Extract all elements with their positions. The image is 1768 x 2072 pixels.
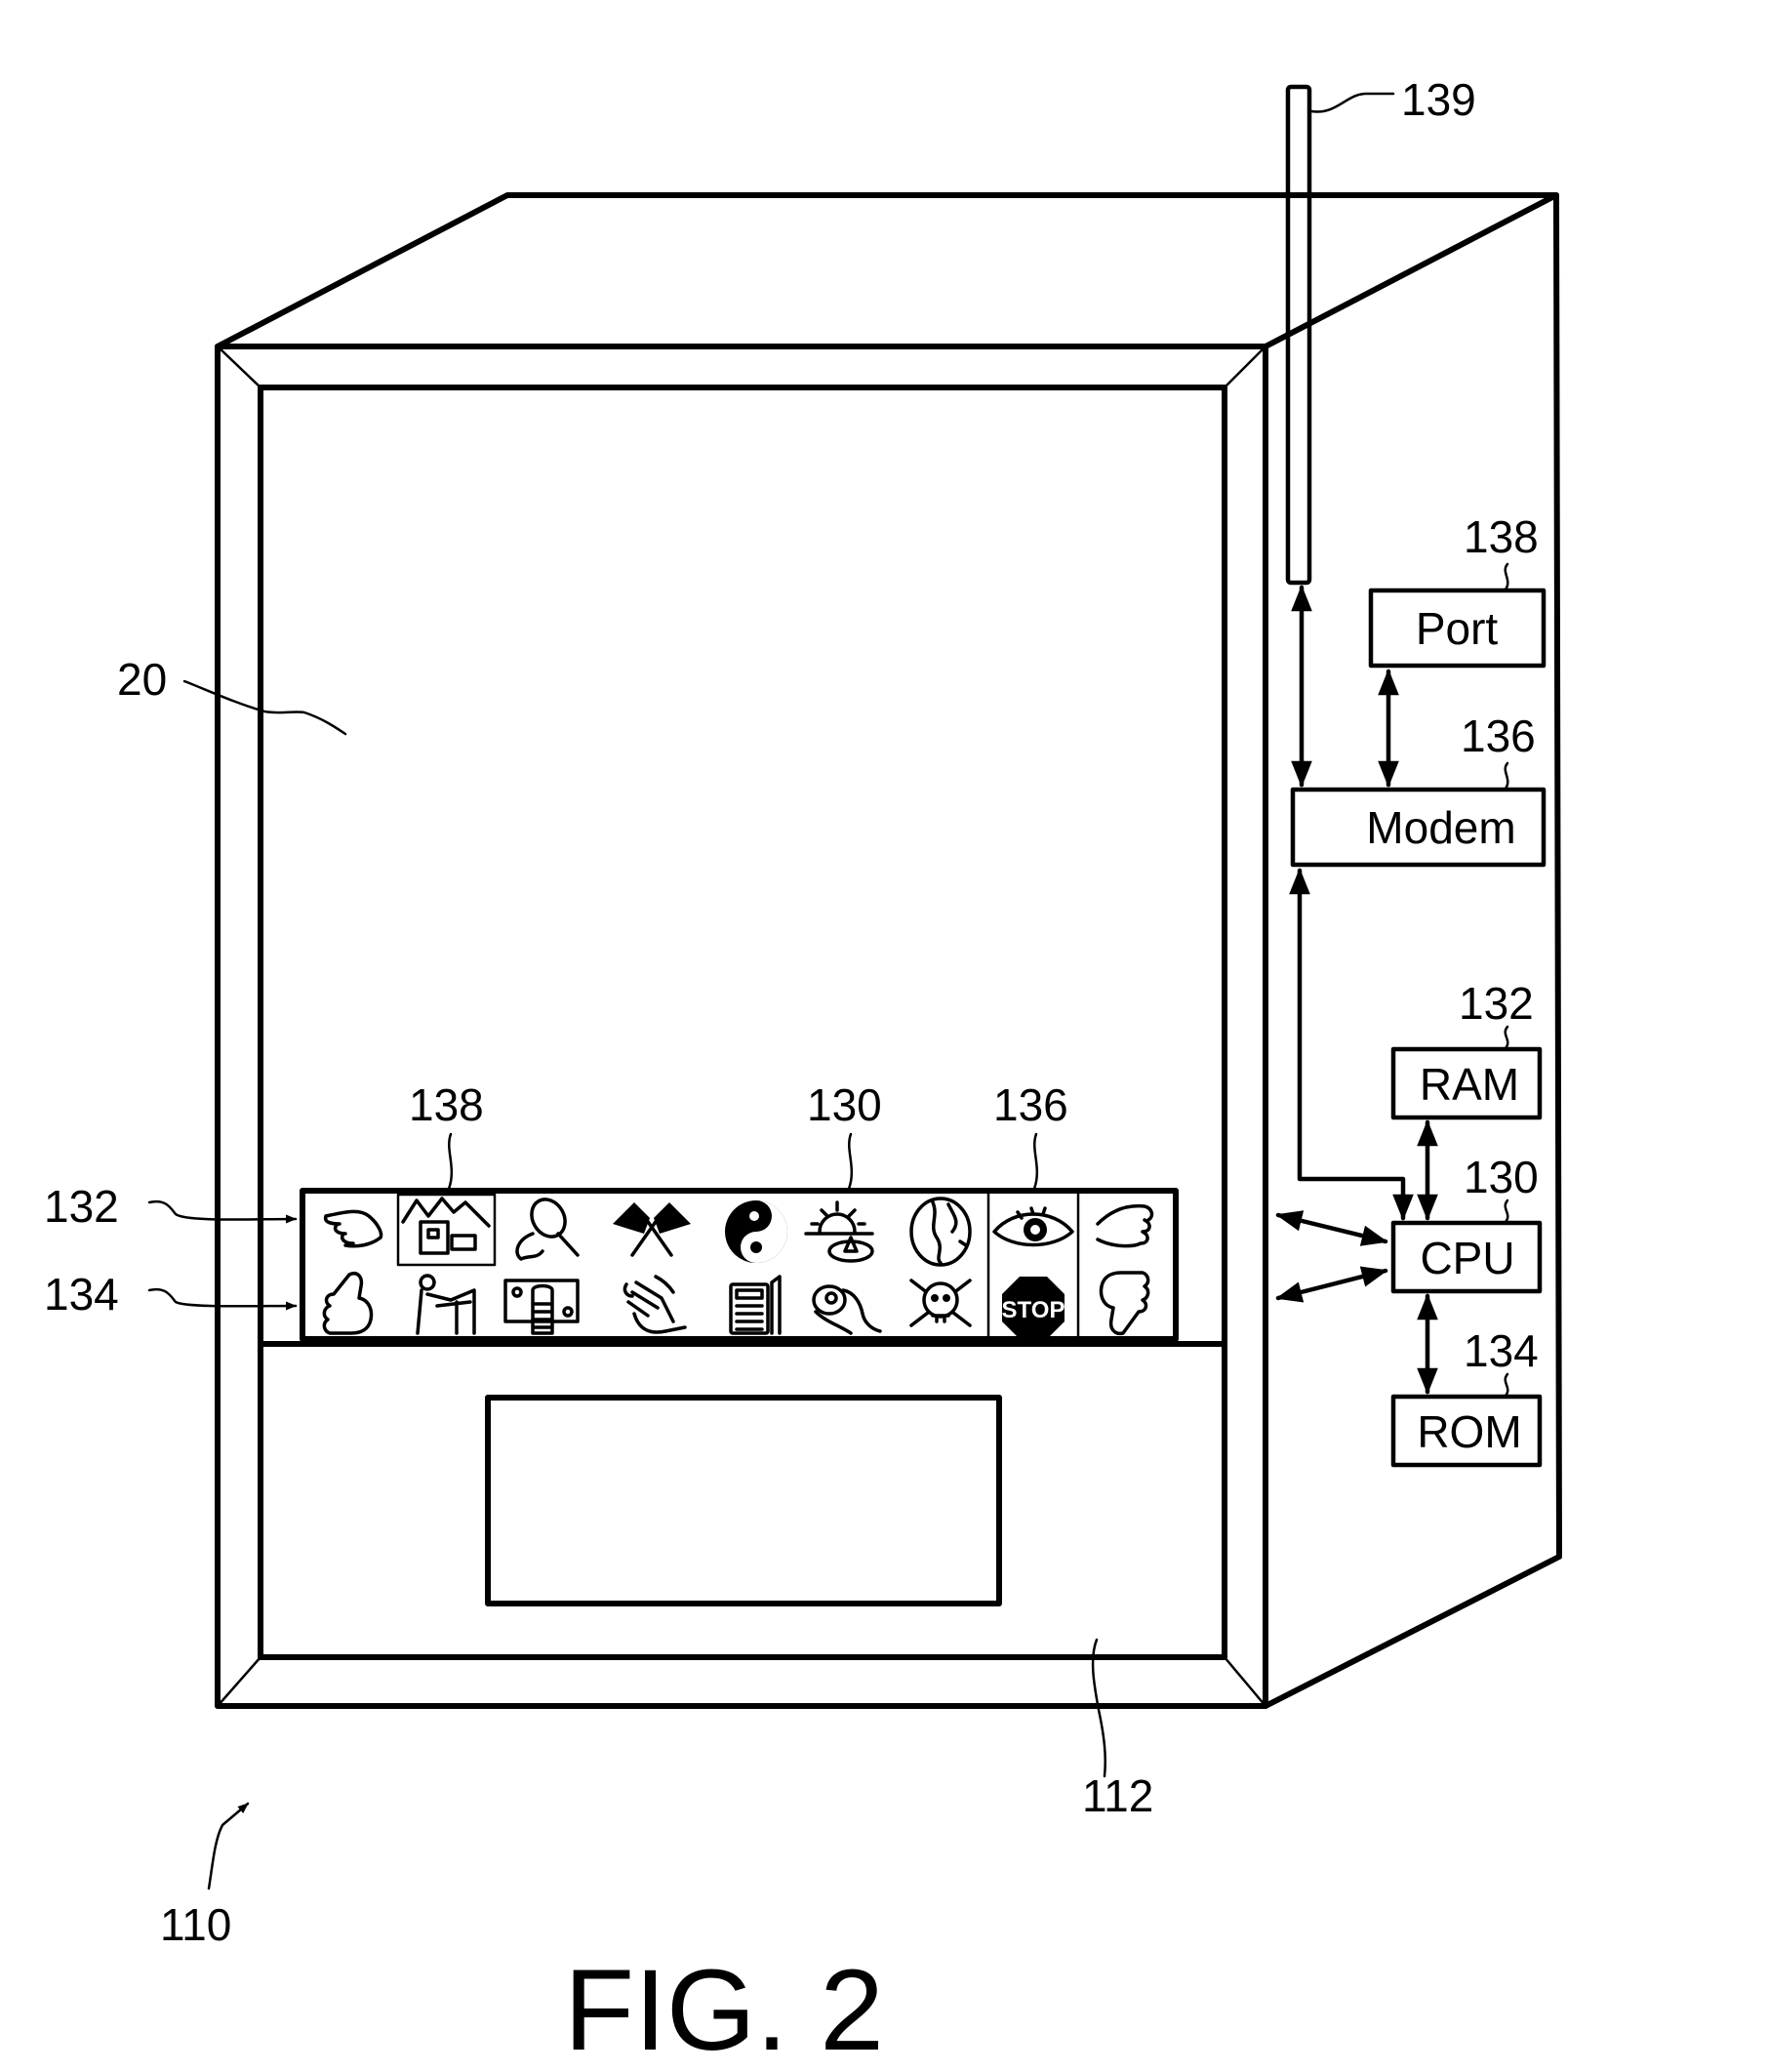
- telephone-keypad-icon[interactable]: [729, 1275, 782, 1335]
- hand-holding-scroll-icon[interactable]: [623, 1275, 687, 1334]
- icon-strip: STOP: [300, 1188, 1179, 1342]
- leader-strip-130: [847, 1132, 854, 1191]
- thumbs-down-icon[interactable]: [1099, 1271, 1150, 1336]
- stop-sign-icon[interactable]: STOP: [1002, 1277, 1065, 1339]
- label-strip-136: 136: [993, 1079, 1068, 1130]
- label-cpu-130: 130: [1464, 1152, 1539, 1202]
- eye-icon[interactable]: [992, 1206, 1074, 1247]
- cpu-block[interactable]: CPU: [1390, 1220, 1543, 1294]
- lower-window[interactable]: [485, 1395, 1002, 1606]
- leader-modem-136: [1504, 761, 1509, 791]
- port-label: Port: [1416, 603, 1499, 654]
- skull-crossbones-icon[interactable]: [909, 1279, 972, 1327]
- label-modem-136: 136: [1461, 711, 1536, 761]
- leader-row-132: [147, 1199, 298, 1224]
- leader-port-138: [1504, 562, 1509, 591]
- stop-sign-text: STOP: [1002, 1297, 1065, 1323]
- ram-label: RAM: [1420, 1059, 1519, 1110]
- hand-ok-icon[interactable]: [812, 1284, 882, 1335]
- person-at-desk-icon[interactable]: [416, 1274, 476, 1335]
- figure-caption: FIG. 2: [564, 1946, 884, 2072]
- bevel-bottom-left: [216, 1655, 262, 1708]
- label-row-134: 134: [44, 1269, 119, 1320]
- leader-110: [207, 1802, 250, 1890]
- leader-ram-132: [1504, 1025, 1509, 1050]
- cpu-strip-top-connector: [1275, 1210, 1388, 1246]
- label-ram-132: 132: [1459, 978, 1534, 1029]
- fig2-diagram: STOP Port Modem RAM CPU ROM 139 138 136 …: [44, 74, 1562, 2072]
- ram-block[interactable]: RAM: [1390, 1046, 1543, 1120]
- pointing-hand-left-icon[interactable]: [323, 1209, 383, 1248]
- leader-strip-138: [447, 1132, 454, 1191]
- leader-strip-136: [1032, 1132, 1039, 1191]
- rom-label: ROM: [1417, 1406, 1521, 1457]
- label-112: 112: [1082, 1770, 1153, 1821]
- bevel-top-left: [216, 345, 262, 389]
- modem-block[interactable]: Modem: [1290, 787, 1547, 868]
- cpu-label: CPU: [1420, 1233, 1514, 1283]
- reference-labels: 139 138 136 132 130 134 20 132 134 138 1…: [44, 74, 1539, 1950]
- leader-row-134: [147, 1287, 298, 1311]
- bevel-top-right: [1223, 345, 1267, 389]
- sunrise-alarm-icon[interactable]: [804, 1200, 874, 1263]
- label-strip-130: 130: [807, 1079, 882, 1130]
- port-block[interactable]: Port: [1368, 588, 1547, 669]
- label-139: 139: [1401, 74, 1476, 125]
- checkered-flags-icon[interactable]: [613, 1202, 691, 1257]
- label-port-138: 138: [1464, 511, 1539, 562]
- rom-block[interactable]: ROM: [1390, 1394, 1543, 1468]
- globe-icon[interactable]: [909, 1197, 972, 1267]
- label-strip-138: 138: [409, 1079, 484, 1130]
- label-20: 20: [117, 654, 167, 705]
- bevel-bottom-right: [1223, 1655, 1267, 1708]
- cpu-strip-bottom-connector: [1275, 1266, 1388, 1303]
- leader-20: [182, 679, 347, 736]
- leader-139: [1309, 92, 1395, 113]
- device-housing: [215, 192, 1562, 1709]
- front-panel-outer: [215, 344, 1268, 1709]
- pointing-hand-right-icon[interactable]: [1096, 1203, 1154, 1248]
- leader-rom-134: [1504, 1372, 1509, 1398]
- front-panel-inner: [258, 385, 1227, 1660]
- leader-cpu-130: [1504, 1199, 1509, 1224]
- label-row-132: 132: [44, 1181, 119, 1232]
- label-110: 110: [160, 1899, 231, 1950]
- money-bill-icon[interactable]: [503, 1279, 580, 1335]
- thumbs-up-icon[interactable]: [322, 1272, 374, 1335]
- modem-cpu-connector: [1289, 868, 1414, 1221]
- label-rom-134: 134: [1464, 1325, 1539, 1376]
- housing-top-face: [215, 192, 1559, 349]
- yin-yang-icon[interactable]: [725, 1200, 787, 1263]
- modem-label: Modem: [1366, 802, 1515, 853]
- magnifier-hand-icon[interactable]: [515, 1194, 580, 1261]
- house-landscape-icon[interactable]: [401, 1197, 491, 1255]
